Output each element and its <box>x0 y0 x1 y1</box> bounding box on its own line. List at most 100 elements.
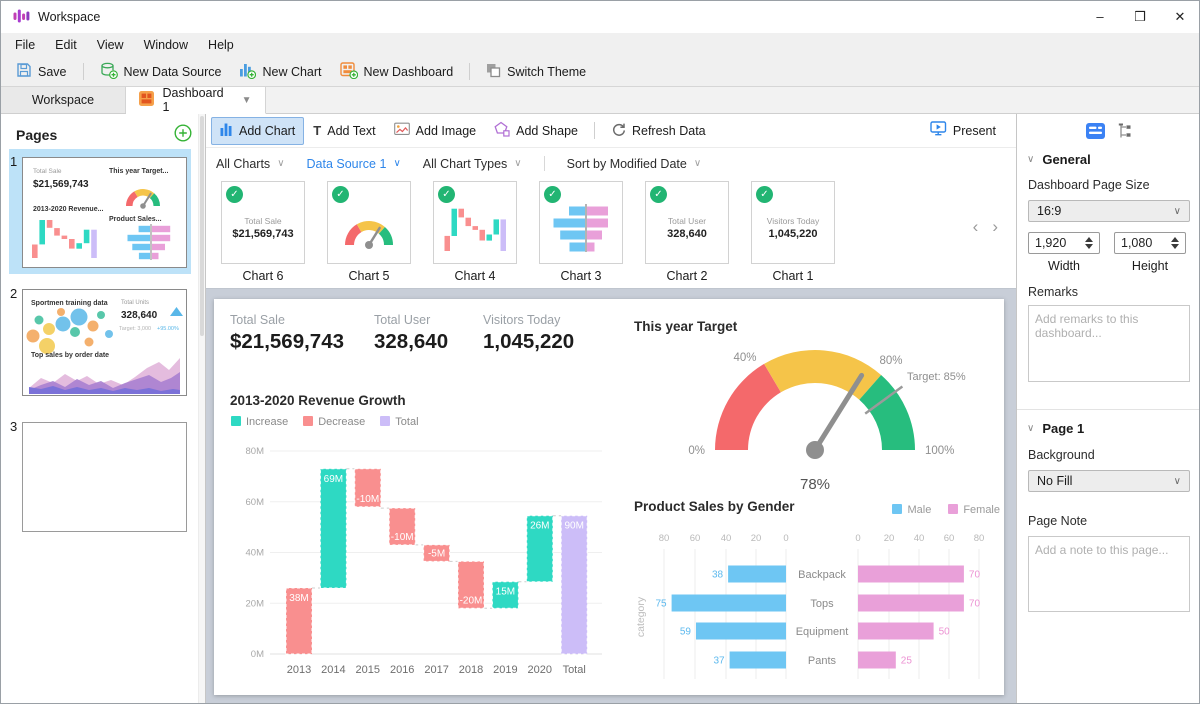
page-1-section-header[interactable]: ∨ Page 1 <box>1027 421 1084 436</box>
kpi-total-sale[interactable]: Total Sale $21,569,743 <box>230 313 344 354</box>
gallery-card-chart-6[interactable]: ✓Total Sale$21,569,743 Chart 6 <box>221 181 305 283</box>
chart-1-preview: Visitors Today1,045,220 <box>752 192 834 263</box>
svg-text:20M: 20M <box>246 598 265 609</box>
kpi-total-user[interactable]: Total User 328,640 <box>374 313 448 354</box>
page-size-select[interactable]: 16:9 ∨ <box>1028 200 1190 222</box>
svg-text:20: 20 <box>751 533 762 544</box>
butterfly-chart[interactable]: Product Sales by Gender Male Female 8060… <box>632 495 1004 693</box>
dashboard-page-sheet[interactable]: Total Sale $21,569,743 Total User 328,64… <box>214 299 1004 695</box>
add-page-button[interactable] <box>174 124 192 145</box>
image-icon <box>394 122 410 139</box>
structure-outline-tab-icon[interactable] <box>1117 123 1133 142</box>
gallery-card-chart-1[interactable]: ✓Visitors Today1,045,220 Chart 1 <box>751 181 835 283</box>
gallery-card-chart-5[interactable]: ✓ Chart 5 <box>327 181 411 283</box>
butterfly-title: Product Sales by Gender <box>634 499 795 514</box>
chart-4-preview <box>434 192 516 263</box>
toolbar-separator <box>469 63 470 80</box>
remarks-textarea[interactable] <box>1028 305 1190 382</box>
kpi-visitors-today[interactable]: Visitors Today 1,045,220 <box>483 313 574 354</box>
waterfall-plot: 0M20M40M60M80M38M201369M2014-10M2015-10M… <box>230 433 632 688</box>
app-window: Workspace – ❒ ✕ File Edit View Window He… <box>0 0 1200 704</box>
page-note-label: Page Note <box>1028 514 1087 528</box>
tab-dashboard-1[interactable]: Dashboard 1 ▼ <box>126 87 266 114</box>
svg-text:0M: 0M <box>251 649 264 660</box>
dashboard-properties-tab-icon[interactable] <box>1086 123 1105 142</box>
save-button[interactable]: Save <box>7 59 76 84</box>
data-source-dropdown[interactable]: Data Source 1 ∨ <box>307 157 401 171</box>
new-chart-button[interactable]: New Chart <box>230 59 330 85</box>
chart-types-dropdown[interactable]: All Chart Types ∨ <box>423 157 522 171</box>
remarks-label: Remarks <box>1028 285 1078 299</box>
gauge-chart[interactable]: This year Target 0%40%80%100%Target: 85%… <box>632 311 1004 499</box>
svg-text:2017: 2017 <box>424 664 448 676</box>
all-charts-dropdown[interactable]: All Charts ∨ <box>216 157 285 171</box>
svg-text:2018: 2018 <box>459 664 483 676</box>
chart-gallery: ✓Total Sale$21,569,743 Chart 6 ✓ Chart 5… <box>206 179 1016 288</box>
page-note-textarea[interactable] <box>1028 536 1190 612</box>
sort-dropdown[interactable]: Sort by Modified Date ∨ <box>567 157 702 171</box>
svg-text:2015: 2015 <box>356 664 380 676</box>
height-stepper[interactable]: 1,080 <box>1114 232 1186 254</box>
svg-text:69M: 69M <box>324 474 343 485</box>
add-image-button[interactable]: Add Image <box>385 117 485 144</box>
svg-text:$21,569,743: $21,569,743 <box>33 179 89 190</box>
theme-squares-icon <box>486 63 501 81</box>
new-dashboard-button[interactable]: New Dashboard <box>331 59 463 85</box>
svg-text:20: 20 <box>884 533 895 544</box>
pages-scrollbar[interactable] <box>198 114 205 703</box>
page-2-thumbnail[interactable]: Sportmen training dataTotal Units328,640… <box>22 289 187 396</box>
gallery-card-chart-2[interactable]: ✓Total User328,640 Chart 2 <box>645 181 729 283</box>
pages-panel: Pages 1 Total Sale$21,569,743This year T… <box>1 114 206 703</box>
section-divider <box>1017 409 1200 410</box>
switch-theme-button[interactable]: Switch Theme <box>477 60 595 84</box>
general-section-header[interactable]: ∨ General <box>1027 152 1091 167</box>
svg-text:70: 70 <box>969 599 981 610</box>
page-1-thumbnail[interactable]: Total Sale$21,569,743This year Target...… <box>22 157 187 268</box>
menu-file[interactable]: File <box>5 36 45 54</box>
stepper-arrows-icon[interactable] <box>1171 237 1179 249</box>
tab-workspace[interactable]: Workspace <box>1 87 126 113</box>
add-shape-button[interactable]: Add Shape <box>485 116 587 145</box>
svg-text:40M: 40M <box>246 548 265 559</box>
svg-text:15M: 15M <box>496 587 515 598</box>
minimize-button[interactable]: – <box>1093 9 1107 25</box>
chart-2-preview: Total User328,640 <box>646 192 728 263</box>
gallery-prev-button[interactable]: ‹ <box>973 217 979 237</box>
window-title: Workspace <box>38 10 100 24</box>
svg-text:Target: 3,000: Target: 3,000 <box>119 326 151 332</box>
pages-scrollbar-thumb[interactable] <box>200 116 204 336</box>
gallery-card-chart-3[interactable]: ✓ Chart 3 <box>539 181 623 283</box>
menu-edit[interactable]: Edit <box>45 36 87 54</box>
svg-text:60: 60 <box>690 533 701 544</box>
database-plus-icon <box>100 62 118 82</box>
svg-text:2019: 2019 <box>493 664 517 676</box>
svg-text:80: 80 <box>974 533 985 544</box>
butterfly-plot: 8060402000204060803870Backpack7570Tops59… <box>632 529 1004 692</box>
background-label: Background <box>1028 448 1095 462</box>
svg-text:2014: 2014 <box>321 664 345 676</box>
refresh-data-button[interactable]: Refresh Data <box>602 117 715 145</box>
gallery-next-button[interactable]: › <box>992 217 998 237</box>
add-chart-button[interactable]: Add Chart <box>211 117 304 145</box>
background-select[interactable]: No Fill ∨ <box>1028 470 1190 492</box>
maximize-button[interactable]: ❒ <box>1133 9 1147 25</box>
waterfall-chart[interactable]: 2013-2020 Revenue Growth Increase Decrea… <box>230 393 632 691</box>
document-tab-bar: Workspace Dashboard 1 ▼ <box>1 87 1199 114</box>
filter-separator <box>544 156 545 171</box>
tab-dropdown-icon[interactable]: ▼ <box>242 95 252 106</box>
width-stepper[interactable]: 1,920 <box>1028 232 1100 254</box>
menu-help[interactable]: Help <box>198 36 244 54</box>
new-data-source-button[interactable]: New Data Source <box>91 59 231 85</box>
present-button[interactable]: Present <box>921 116 1005 145</box>
page-3-thumbnail[interactable] <box>22 422 187 532</box>
svg-text:Equipment: Equipment <box>796 626 849 638</box>
canvas-toolbar: Add Chart T Add Text Add Image Add Shape <box>206 114 1016 148</box>
menu-window[interactable]: Window <box>134 36 198 54</box>
close-button[interactable]: ✕ <box>1173 9 1187 25</box>
gallery-card-chart-4[interactable]: ✓ Chart 4 <box>433 181 517 283</box>
menu-view[interactable]: View <box>87 36 134 54</box>
add-text-button[interactable]: T Add Text <box>304 118 384 143</box>
stepper-arrows-icon[interactable] <box>1085 237 1093 249</box>
svg-text:2013-2020 Revenue...: 2013-2020 Revenue... <box>33 206 103 213</box>
waterfall-title: 2013-2020 Revenue Growth <box>230 393 632 408</box>
